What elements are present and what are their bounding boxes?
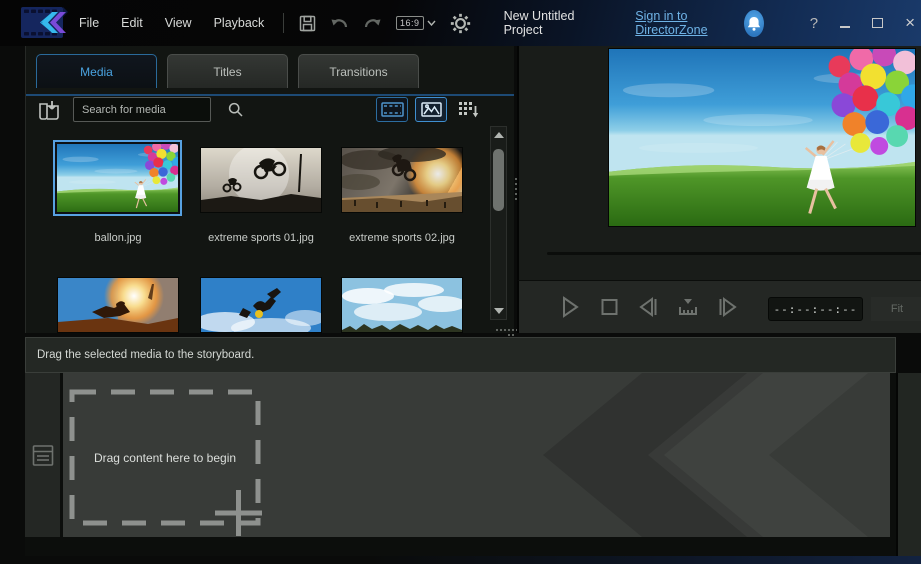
filter-photo-button[interactable] xyxy=(415,97,447,122)
redo-icon xyxy=(363,15,382,31)
import-media-button[interactable] xyxy=(35,96,63,123)
media-item-extreme-sports-02[interactable] xyxy=(341,147,463,213)
preview-seek-bar[interactable] xyxy=(547,252,921,255)
undo-icon xyxy=(330,15,349,31)
photos-icon xyxy=(421,102,442,117)
tab-titles-label: Titles xyxy=(213,65,241,79)
media-item-label: ballon.jpg xyxy=(53,232,183,244)
app-window: File Edit View Playback 16:9 xyxy=(0,0,921,564)
dropzone-label: Drag content here to begin xyxy=(94,451,236,465)
menu-edit[interactable]: Edit xyxy=(110,10,154,36)
save-button[interactable] xyxy=(292,11,323,36)
timecode-display: --:--:--:-- xyxy=(768,297,863,321)
library-vertical-scrollbar[interactable] xyxy=(490,126,507,320)
search-input[interactable] xyxy=(74,104,228,116)
minimize-icon xyxy=(840,26,850,28)
preview-panel xyxy=(517,46,921,280)
play-icon xyxy=(559,295,581,319)
filter-video-button[interactable] xyxy=(376,97,408,122)
project-title: New Untitled Project xyxy=(504,9,588,37)
notifications-button[interactable] xyxy=(744,10,764,37)
signin-directorzone-link[interactable]: Sign in to DirectorZone xyxy=(635,9,729,37)
save-icon xyxy=(299,15,316,32)
media-item-extreme-sports-01[interactable] xyxy=(200,147,322,213)
previous-frame-icon xyxy=(637,295,659,319)
zoom-fit-dropdown[interactable]: Fit xyxy=(871,297,921,321)
media-item-partial-3[interactable] xyxy=(341,277,463,333)
storyboard-panel: Drag content here to begin xyxy=(25,373,896,556)
media-item-label: extreme sports 01.jpg xyxy=(186,232,336,244)
video-clips-icon xyxy=(381,102,404,117)
stop-icon xyxy=(599,295,619,319)
snapshot-button[interactable] xyxy=(675,294,701,320)
undo-button[interactable] xyxy=(323,11,356,35)
arrow-down-icon xyxy=(494,308,504,314)
search-box xyxy=(73,97,211,122)
aspect-ratio-dropdown[interactable]: 16:9 xyxy=(389,12,443,34)
storyboard-right-column xyxy=(896,373,921,556)
menu-playback[interactable]: Playback xyxy=(203,10,276,36)
minimize-button[interactable] xyxy=(834,11,856,35)
scrollbar-thumb[interactable] xyxy=(493,149,504,211)
scroll-up-button[interactable] xyxy=(491,128,506,142)
media-item-label: extreme sports 02.jpg xyxy=(327,232,477,244)
close-button[interactable]: × xyxy=(899,11,921,35)
toolbar-separator xyxy=(283,13,284,33)
gear-icon xyxy=(450,13,471,34)
tab-media[interactable]: Media xyxy=(36,54,157,88)
media-item-ballon[interactable] xyxy=(53,140,182,216)
stop-button[interactable] xyxy=(596,294,622,320)
playback-controls: --:--:--:-- Fit xyxy=(517,280,921,333)
storyboard-caption: Drag the selected media to the storyboar… xyxy=(37,349,254,361)
tab-transitions-label: Transitions xyxy=(329,65,387,79)
tab-media-label: Media xyxy=(80,65,113,79)
maximize-icon xyxy=(872,18,883,28)
storyboard-icon[interactable] xyxy=(32,442,54,469)
aspect-ratio-value: 16:9 xyxy=(396,16,424,30)
tab-transitions[interactable]: Transitions xyxy=(298,54,419,88)
storyboard-mode-column xyxy=(25,373,60,537)
sort-grid-icon xyxy=(458,101,479,118)
media-item-partial-2[interactable] xyxy=(200,277,322,333)
previous-frame-button[interactable] xyxy=(635,294,661,320)
menu-file[interactable]: File xyxy=(68,10,110,36)
next-frame-button[interactable] xyxy=(715,294,741,320)
menu-view[interactable]: View xyxy=(154,10,203,36)
arrow-up-icon xyxy=(494,132,504,138)
media-library-panel: Media Titles Transitions xyxy=(25,46,514,333)
search-icon[interactable] xyxy=(228,102,243,117)
help-button[interactable]: ? xyxy=(804,13,824,34)
library-tabs: Media Titles Transitions xyxy=(26,53,514,89)
sort-order-button[interactable] xyxy=(455,97,482,122)
redo-button[interactable] xyxy=(356,11,389,35)
next-frame-icon xyxy=(717,295,739,319)
library-toolbar xyxy=(26,89,514,129)
close-icon: × xyxy=(905,16,915,30)
storyboard-caption-bar: Drag the selected media to the storyboar… xyxy=(25,337,896,373)
dropzone[interactable]: Drag content here to begin xyxy=(72,392,258,523)
scroll-down-button[interactable] xyxy=(491,304,506,318)
titlebar: File Edit View Playback 16:9 xyxy=(0,0,921,46)
chevron-down-icon xyxy=(427,20,436,26)
preview-image xyxy=(608,48,916,227)
media-item-partial-1[interactable] xyxy=(57,277,179,333)
import-media-icon xyxy=(36,97,62,123)
settings-button[interactable] xyxy=(443,9,478,38)
play-button[interactable] xyxy=(557,294,583,320)
app-logo-icon xyxy=(20,6,68,39)
window-bottom-edge xyxy=(0,556,921,564)
storyboard-track[interactable]: Drag content here to begin xyxy=(63,373,890,537)
bell-icon xyxy=(747,16,761,31)
tab-titles[interactable]: Titles xyxy=(167,54,288,88)
maximize-button[interactable] xyxy=(866,11,889,35)
snapshot-icon xyxy=(676,295,700,319)
